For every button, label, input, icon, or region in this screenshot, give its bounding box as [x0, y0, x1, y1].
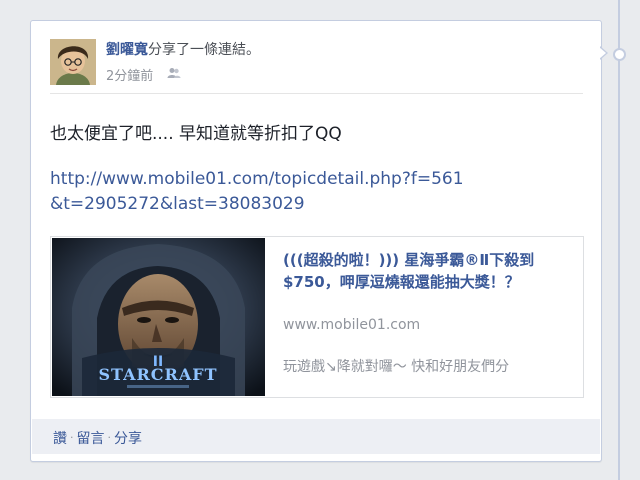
post-actions: 讚 · 留言 · 分享	[53, 428, 142, 448]
separator: ·	[107, 431, 112, 444]
status-text: 也太便宜了吧.... 早知道就等折扣了QQ	[50, 124, 342, 144]
timeline-dot	[613, 48, 626, 61]
preview-description: 玩遊戲↘降就對囉～ 快和好朋友們分	[283, 359, 510, 375]
shared-url-link[interactable]: http://www.mobile01.com/topicdetail.php?…	[50, 167, 470, 217]
preview-thumbnail[interactable]: STARCRAFT II	[52, 238, 265, 396]
svg-text:II: II	[153, 354, 163, 370]
share-button[interactable]: 分享	[114, 431, 142, 447]
link-preview[interactable]: STARCRAFT II (((超殺的啦！))) 星海爭霸®Ⅱ下殺到$750，呷…	[50, 236, 584, 398]
like-button[interactable]: 讚	[53, 431, 67, 447]
card-pointer-inner	[599, 47, 606, 59]
post-action-text: 分享了一條連結。	[148, 42, 260, 58]
timestamp[interactable]: 2分鐘前	[106, 65, 153, 84]
avatar[interactable]	[50, 39, 96, 85]
header-divider	[50, 93, 583, 94]
post-header: 劉曜寬分享了一條連結。	[106, 39, 260, 59]
preview-domain: www.mobile01.com	[283, 317, 421, 333]
comment-button[interactable]: 留言	[77, 431, 105, 447]
post-actions-bar: 讚 · 留言 · 分享	[32, 419, 600, 454]
author-name[interactable]: 劉曜寬	[106, 42, 148, 58]
post-card: 劉曜寬分享了一條連結。 2分鐘前 也太便宜了吧.... 早知道就等折扣了QQ h…	[30, 20, 602, 462]
separator: ·	[70, 431, 74, 444]
friends-icon[interactable]	[167, 67, 181, 83]
avatar-image	[50, 39, 96, 85]
post-meta: 2分鐘前	[106, 65, 181, 84]
timeline-line	[618, 0, 620, 480]
preview-title[interactable]: (((超殺的啦！))) 星海爭霸®Ⅱ下殺到$750，呷厚逗燒報還能抽大獎！？	[283, 249, 571, 293]
